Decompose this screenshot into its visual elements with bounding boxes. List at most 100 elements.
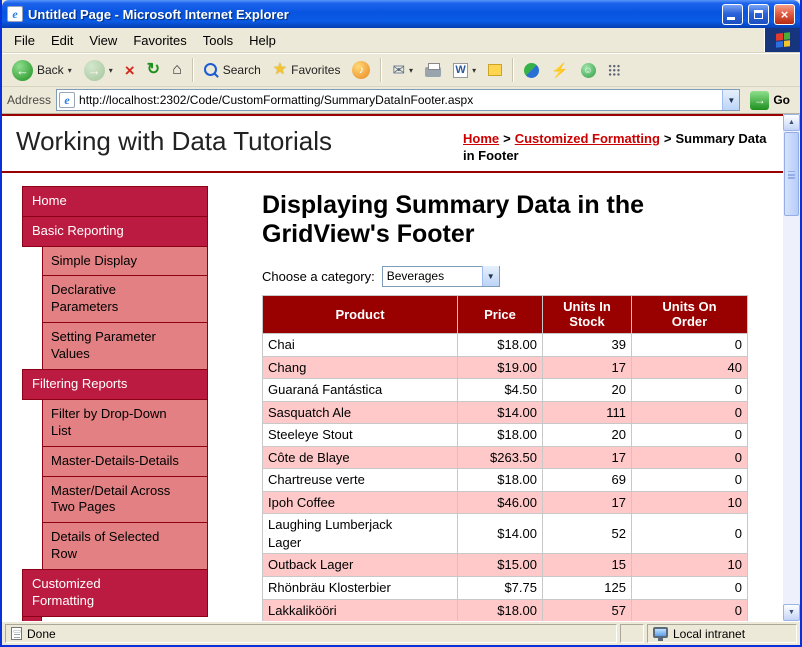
grid-cell: Rhönbräu Klosterbier bbox=[263, 576, 458, 599]
menu-file[interactable]: File bbox=[6, 30, 43, 51]
scroll-up-button[interactable]: ▲ bbox=[783, 114, 800, 131]
grid-cell: Sasquatch Ale bbox=[263, 401, 458, 424]
grid-cell: 0 bbox=[632, 401, 748, 424]
grid-cell: 0 bbox=[632, 514, 748, 554]
grid-cell: 17 bbox=[543, 356, 632, 379]
vertical-scrollbar[interactable]: ▲ ▼ bbox=[783, 114, 800, 621]
sidebar-item-filter-by-drop-down-list[interactable]: Filter by Drop-Down List bbox=[42, 399, 208, 447]
column-header-units-in-stock: Units In Stock bbox=[543, 295, 632, 333]
sidebar-item-customized-formatting[interactable]: Customized Formatting bbox=[22, 569, 208, 617]
mail-button[interactable]: ✉ ▾ bbox=[387, 55, 418, 85]
favorites-label: Favorites bbox=[291, 63, 340, 77]
close-icon: × bbox=[781, 8, 789, 21]
grid-cell: $7.75 bbox=[458, 576, 543, 599]
home-button[interactable]: ⌂ bbox=[167, 55, 187, 85]
column-header-price: Price bbox=[458, 295, 543, 333]
grid-cell: 0 bbox=[632, 469, 748, 492]
stop-icon: × bbox=[125, 62, 135, 79]
grid-cell: 0 bbox=[632, 424, 748, 447]
sidebar-item-setting-parameter-values[interactable]: Setting Parameter Values bbox=[42, 322, 208, 370]
web-tool-button[interactable] bbox=[519, 55, 544, 85]
forward-button[interactable]: → ▾ bbox=[79, 55, 118, 85]
table-row: Steeleye Stout$18.00200 bbox=[263, 424, 748, 447]
security-zone-pane: Local intranet bbox=[647, 624, 797, 643]
toolbar-separator bbox=[512, 58, 514, 82]
sidebar-item-declarative-parameters[interactable]: Declarative Parameters bbox=[42, 275, 208, 323]
messenger-button[interactable]: ☺ bbox=[576, 55, 601, 85]
back-button[interactable]: ← Back ▾ bbox=[7, 55, 77, 85]
column-header-units-on-order: Units On Order bbox=[632, 295, 748, 333]
url-page-icon: e bbox=[59, 92, 75, 108]
grid-cell: 0 bbox=[632, 576, 748, 599]
grid-tool-button[interactable] bbox=[603, 55, 626, 85]
address-input[interactable]: e http://localhost:2302/Code/CustomForma… bbox=[56, 89, 740, 111]
print-button[interactable] bbox=[420, 55, 446, 85]
edit-button[interactable]: W ▾ bbox=[448, 55, 481, 85]
favorites-button[interactable]: ★ Favorites bbox=[268, 55, 346, 85]
discuss-button[interactable] bbox=[483, 55, 507, 85]
refresh-icon: ↻ bbox=[147, 62, 160, 78]
media-button[interactable]: ♪ bbox=[347, 55, 375, 85]
status-message-pane: Done bbox=[5, 624, 617, 643]
grid-cell: Ipoh Coffee bbox=[263, 491, 458, 514]
menu-edit[interactable]: Edit bbox=[43, 30, 81, 51]
minimize-button[interactable] bbox=[722, 4, 743, 25]
menu-favorites[interactable]: Favorites bbox=[125, 30, 194, 51]
close-button[interactable]: × bbox=[774, 4, 795, 25]
grid-cell: 0 bbox=[632, 446, 748, 469]
search-button[interactable]: Search bbox=[199, 55, 266, 85]
sidebar-item-basic-reporting[interactable]: Basic Reporting bbox=[22, 216, 208, 247]
breadcrumb-link-customized-formatting[interactable]: Customized Formatting bbox=[515, 131, 660, 146]
search-icon bbox=[204, 63, 219, 78]
table-row: Côte de Blaye$263.50170 bbox=[263, 446, 748, 469]
table-row: Ipoh Coffee$46.001710 bbox=[263, 491, 748, 514]
sidebar-item-simple-display[interactable]: Simple Display bbox=[42, 246, 208, 277]
quick-tool-button[interactable]: ⚡ bbox=[546, 55, 573, 85]
status-text: Done bbox=[27, 627, 56, 641]
grid-cell: $14.00 bbox=[458, 401, 543, 424]
menu-bar: FileEditViewFavoritesToolsHelp bbox=[2, 28, 800, 53]
go-label: Go bbox=[773, 93, 790, 107]
local-intranet-icon bbox=[653, 627, 668, 638]
category-label: Choose a category: bbox=[262, 269, 375, 284]
grid-cell: Côte de Blaye bbox=[263, 446, 458, 469]
menu-help[interactable]: Help bbox=[241, 30, 284, 51]
sidebar-item-master-details-details[interactable]: Master-Details-Details bbox=[42, 446, 208, 477]
grid-cell: 20 bbox=[543, 379, 632, 402]
maximize-button[interactable] bbox=[748, 4, 769, 25]
grid-cell: Laughing Lumberjack Lager bbox=[263, 514, 458, 554]
scroll-down-button[interactable]: ▼ bbox=[783, 604, 800, 621]
media-icon: ♪ bbox=[352, 61, 370, 79]
category-selected-value: Beverages bbox=[387, 269, 482, 283]
grid-cell: 0 bbox=[632, 599, 748, 621]
breadcrumb-link-home[interactable]: Home bbox=[463, 131, 499, 146]
grid-cell: 10 bbox=[632, 554, 748, 577]
refresh-button[interactable]: ↻ bbox=[142, 55, 165, 85]
sidebar-item-filtering-reports[interactable]: Filtering Reports bbox=[22, 369, 208, 400]
category-dropdown-icon: ▼ bbox=[482, 266, 499, 286]
go-button[interactable]: → Go bbox=[745, 91, 795, 110]
scrollbar-thumb[interactable] bbox=[784, 132, 799, 216]
grid-cell: $18.00 bbox=[458, 599, 543, 621]
sidebar-item-home[interactable]: Home bbox=[22, 186, 208, 217]
address-dropdown-icon[interactable]: ▼ bbox=[722, 90, 739, 110]
category-select[interactable]: Beverages ▼ bbox=[382, 266, 500, 287]
back-label: Back bbox=[37, 63, 64, 77]
grid-cell: $46.00 bbox=[458, 491, 543, 514]
grid-cell: $15.00 bbox=[458, 554, 543, 577]
menu-items: FileEditViewFavoritesToolsHelp bbox=[2, 28, 284, 52]
forward-icon: → bbox=[84, 60, 105, 81]
grid-cell: $14.00 bbox=[458, 514, 543, 554]
edit-dropdown-icon: ▾ bbox=[472, 66, 476, 75]
back-dropdown-icon: ▾ bbox=[68, 66, 72, 75]
grid-cell: 125 bbox=[543, 576, 632, 599]
page-header: Working with Data Tutorials Home > Customi… bbox=[2, 116, 783, 173]
site-title: Working with Data Tutorials bbox=[16, 126, 463, 165]
stop-button[interactable]: × bbox=[120, 55, 140, 85]
sidebar-item-details-of-selected-row[interactable]: Details of Selected Row bbox=[42, 522, 208, 570]
breadcrumb-separator: > bbox=[664, 131, 672, 146]
sidebar-item-master-detail-across-two-pages[interactable]: Master/Detail Across Two Pages bbox=[42, 476, 208, 524]
security-zone-text: Local intranet bbox=[673, 627, 745, 641]
menu-view[interactable]: View bbox=[81, 30, 125, 51]
menu-tools[interactable]: Tools bbox=[195, 30, 241, 51]
